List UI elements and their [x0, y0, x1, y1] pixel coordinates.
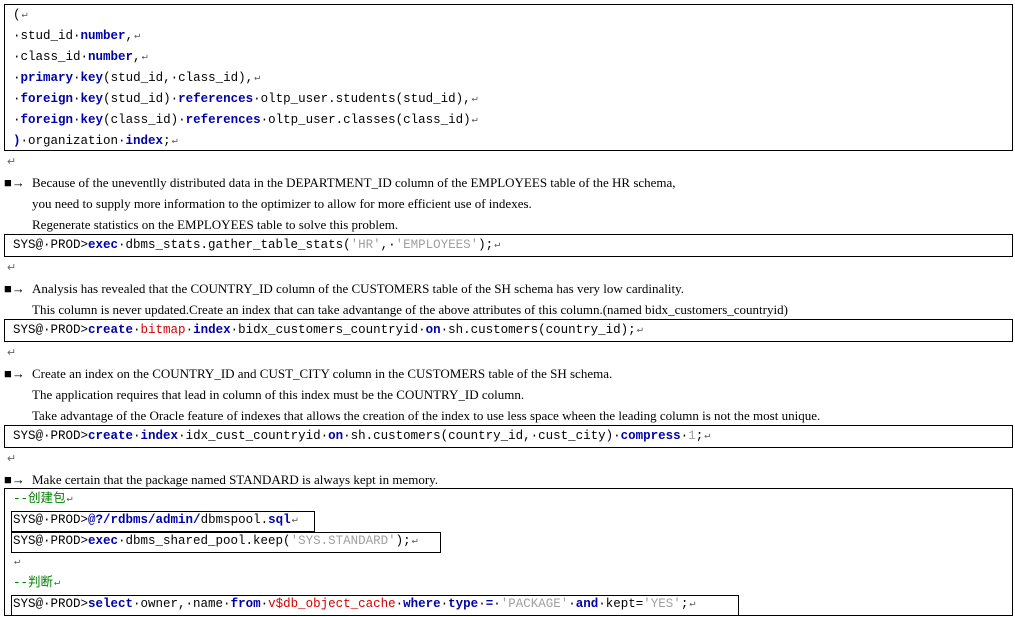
- bullet-icon: ■→: [4, 281, 25, 296]
- question-1-line-1: Because of the uneventlly distributed da…: [32, 175, 676, 190]
- comment-check: --判断↵: [13, 576, 61, 590]
- question-2-line-2: This column is never updated.Create an i…: [32, 302, 788, 317]
- answer-1-code: SYS@·PROD>exec·dbms_stats.gather_table_s…: [4, 234, 1013, 257]
- question-1-line-3: Regenerate statistics on the EMPLOYEES t…: [32, 217, 399, 232]
- paragraph-mark: ↵: [7, 156, 17, 168]
- command-select-cache: SYS@·PROD>select·owner,·name·from·v$db_o…: [13, 597, 696, 611]
- paragraph-mark: ↵: [7, 453, 17, 465]
- code-line: ·foreign·key(stud_id)·references·oltp_us…: [13, 92, 478, 106]
- code-line: ·primary·key(stud_id,·class_id),↵: [13, 71, 261, 85]
- paragraph-mark: ↵: [7, 262, 17, 274]
- question-4-line-1: Make certain that the package named STAN…: [32, 472, 439, 487]
- question-3-line-3: Take advantage of the Oracle feature of …: [32, 408, 821, 423]
- question-2-line-1: Analysis has revealed that the COUNTRY_I…: [32, 281, 685, 296]
- bullet-icon: ■→: [4, 366, 25, 381]
- paragraph-mark: ↵: [7, 347, 17, 359]
- command-keep-standard: SYS@·PROD>exec·dbms_shared_pool.keep('SY…: [13, 534, 418, 548]
- question-3-line-1: Create an index on the COUNTRY_ID and CU…: [32, 366, 613, 381]
- question-1-line-2: you need to supply more information to t…: [32, 196, 532, 211]
- code-line: ·foreign·key(class_id)·references·oltp_u…: [13, 113, 478, 127]
- question-3-line-2: The application requires that lead in co…: [32, 387, 525, 402]
- code-line: )·organization·index;↵: [13, 134, 178, 148]
- command-run-dbmspool: SYS@·PROD>@?/rdbms/admin/dbmspool.sql↵: [13, 513, 298, 527]
- answer-2-code: SYS@·PROD>create·bitmap·index·bidx_custo…: [4, 319, 1013, 342]
- comment-create-package: --创建包↵: [13, 492, 73, 506]
- code-line: (↵: [13, 8, 28, 22]
- bullet-icon: ■→: [4, 175, 25, 190]
- bullet-icon: ■→: [4, 472, 25, 487]
- code-line: ·stud_id·number,↵: [13, 29, 141, 43]
- code-block-create-table: (↵ ·stud_id·number,↵ ·class_id·number,↵ …: [4, 4, 1013, 151]
- code-line: ·class_id·number,↵: [13, 50, 148, 64]
- answer-4-code-block: --创建包↵ SYS@·PROD>@?/rdbms/admin/dbmspool…: [4, 488, 1013, 616]
- answer-3-code: SYS@·PROD>create·index·idx_cust_countryi…: [4, 425, 1013, 448]
- paragraph-mark: ↵: [14, 557, 21, 568]
